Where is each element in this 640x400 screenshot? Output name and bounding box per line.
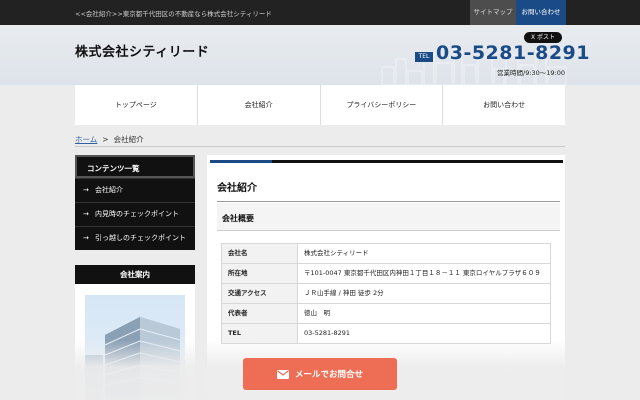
top-breadcrumb-text: <<会社紹介>>東京都千代田区の不動産なら株式会社シティリード (75, 10, 272, 18)
table-row: TEL 03-5281-8291 (221, 323, 551, 344)
section-title: 会社概要 (222, 214, 254, 223)
table-row: 代表者 徳山 明 (221, 303, 551, 324)
breadcrumb-home-link[interactable]: ホーム (75, 135, 97, 144)
row-label: 所在地 (221, 263, 298, 284)
top-contact-link[interactable]: お問い合わせ (516, 0, 566, 25)
row-label: 交通アクセス (221, 283, 298, 304)
arrow-right-icon: → (83, 186, 89, 194)
main-top-border (210, 160, 563, 163)
sidebar-item-label: 会社紹介 (95, 186, 123, 194)
row-value: 03-5281-8291 (297, 323, 551, 344)
nav-item-privacy[interactable]: プライバシーポリシー (321, 85, 444, 125)
table-row: 交通アクセス ＪＲ山手線 / 神田 徒歩 2分 (221, 283, 551, 304)
breadcrumb: ホーム > 会社紹介 (75, 134, 144, 145)
breadcrumb-separator: > (102, 135, 109, 144)
mail-icon (276, 369, 289, 379)
sidebar-item-label: 内見時のチェックポイント (95, 210, 179, 218)
site-header: 株式会社シティリード X ポスト TEL 03-5281-8291 営業時間/9… (0, 25, 640, 85)
table-row: 所在地 〒101-0047 東京都千代田区内神田１丁目１８－１１ 東京ロイヤルプ… (221, 263, 551, 284)
sitemap-link[interactable]: サイトマップ (470, 0, 516, 25)
breadcrumb-divider (75, 146, 565, 147)
main-top-accent (210, 160, 272, 163)
sidebar-contents: コンテンツ一覧 → 会社紹介 → 内見時のチェックポイント → 引っ越しのチェッ… (75, 155, 195, 250)
sidebar-item-viewing-checkpoints[interactable]: → 内見時のチェックポイント (75, 202, 195, 226)
building-photo (85, 295, 185, 400)
breadcrumb-current: 会社紹介 (113, 135, 144, 144)
table-row: 会社名 株式会社シティリード (221, 243, 551, 264)
tel-number[interactable]: 03-5281-8291 (436, 42, 590, 64)
section-header: 会社概要 (217, 203, 560, 231)
sidebar-item-moving-checkpoints[interactable]: → 引っ越しのチェックポイント (75, 226, 195, 250)
building-illustration (85, 317, 181, 400)
mail-contact-button[interactable]: メールでお問合せ (243, 358, 397, 390)
top-bar: <<会社紹介>>東京都千代田区の不動産なら株式会社シティリード サイトマップ お… (0, 0, 640, 25)
row-label: 会社名 (221, 243, 298, 264)
row-label: 代表者 (221, 303, 298, 324)
nav-item-contact[interactable]: お問い合わせ (443, 85, 565, 125)
site-logo[interactable]: 株式会社シティリード (75, 41, 209, 60)
sidebar-company-info: 会社案内 (75, 265, 195, 400)
company-info-table: 会社名 株式会社シティリード 所在地 〒101-0047 東京都千代田区内神田１… (221, 243, 551, 344)
title-divider (217, 201, 560, 202)
page-title: 会社紹介 (217, 183, 257, 194)
sidebar-item-company[interactable]: → 会社紹介 (75, 178, 195, 202)
arrow-right-icon: → (83, 210, 89, 218)
arrow-right-icon: → (83, 234, 89, 242)
row-value: ＪＲ山手線 / 神田 徒歩 2分 (297, 283, 551, 304)
tel-label: TEL (415, 52, 433, 62)
mail-contact-label: メールでお問合せ (294, 370, 363, 380)
sidebar-info-title: 会社案内 (75, 265, 195, 284)
nav-item-top[interactable]: トップページ (75, 85, 198, 125)
business-hours: 営業時間/9:30～19:00 (497, 69, 566, 77)
row-value: 徳山 明 (297, 303, 551, 324)
row-label: TEL (221, 323, 298, 344)
sidebar-contents-title: コンテンツ一覧 (75, 155, 195, 178)
row-value: 〒101-0047 東京都千代田区内神田１丁目１８－１１ 東京ロイヤルプラザ６０… (297, 263, 551, 284)
row-value: 株式会社シティリード (297, 243, 551, 264)
nav-item-company[interactable]: 会社紹介 (198, 85, 321, 125)
sidebar-item-label: 引っ越しのチェックポイント (95, 234, 186, 242)
global-nav: トップページ 会社紹介 プライバシーポリシー お問い合わせ (75, 85, 565, 125)
